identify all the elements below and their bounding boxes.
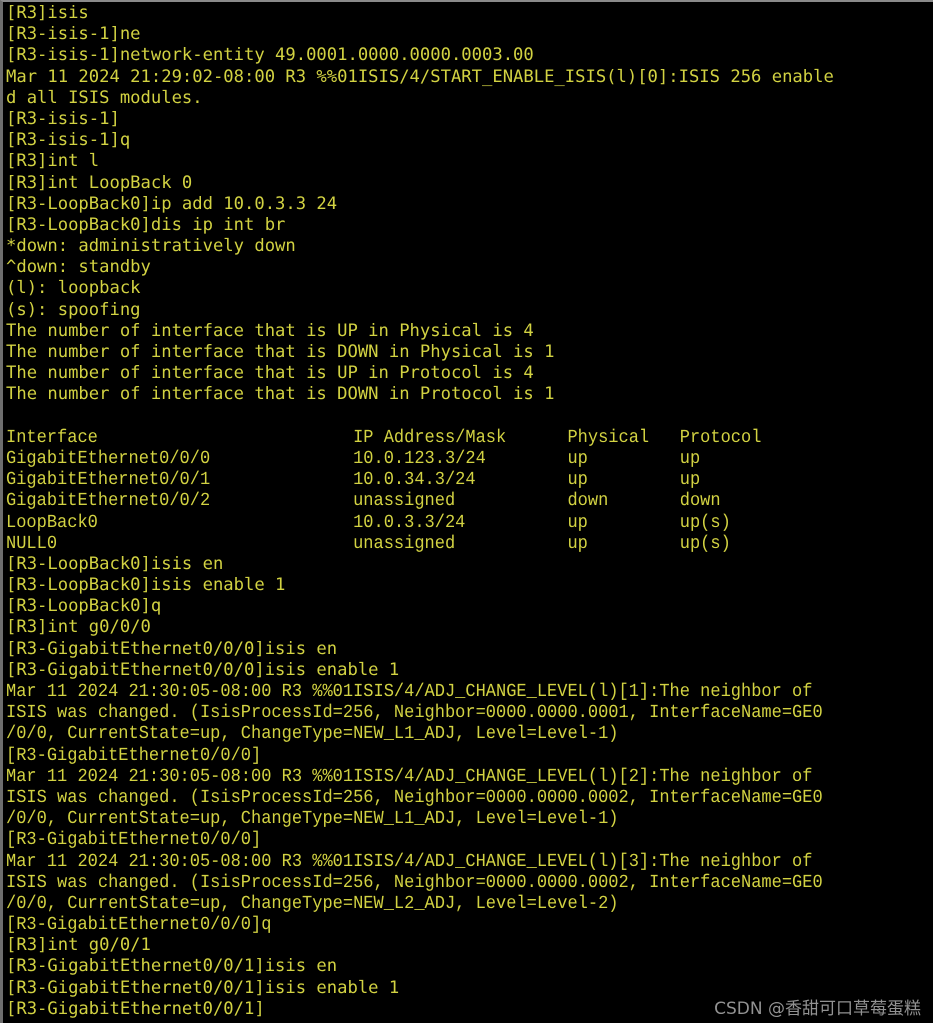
terminal-line: *down: administratively down bbox=[6, 236, 296, 257]
terminal-line: [R3-GigabitEthernet0/0/0]isis en bbox=[6, 638, 338, 659]
terminal-line: ISIS was changed. (IsisProcessId=256, Ne… bbox=[6, 702, 823, 724]
terminal-line: Mar 11 2024 21:30:05-08:00 R3 %%01ISIS/4… bbox=[6, 681, 813, 702]
terminal-line: [R3]isis bbox=[6, 3, 89, 23]
terminal-line: ISIS was changed. (IsisProcessId=256, Ne… bbox=[6, 786, 823, 808]
terminal-line: d all ISIS modules. bbox=[6, 87, 203, 108]
terminal-line: [R3-GigabitEthernet0/0/0]q bbox=[6, 914, 272, 936]
terminal-window[interactable]: [R3]isis [R3-isis-1]ne [R3-isis-1]network-… bbox=[0, 0, 933, 1023]
terminal-line: (s): spoofing bbox=[6, 299, 141, 320]
terminal-line: /0/0, CurrentState=up, ChangeType=NEW_L2… bbox=[6, 892, 619, 914]
terminal-line: ^down: standby bbox=[6, 257, 151, 278]
terminal-line: [R3-LoopBack0]isis enable 1 bbox=[6, 575, 286, 596]
terminal-line: LoopBack0 10.0.3.3/24 up up(s) bbox=[6, 511, 731, 533]
terminal-line: [R3]int l bbox=[6, 151, 100, 172]
terminal-line: Interface IP Address/Mask Physical Proto… bbox=[6, 426, 762, 448]
terminal-line: Mar 11 2024 21:29:02-08:00 R3 %%01ISIS/4… bbox=[6, 66, 834, 87]
terminal-line: [R3-isis-1]q bbox=[6, 130, 131, 151]
terminal-line: [R3-GigabitEthernet0/0/1]isis en bbox=[6, 956, 338, 977]
terminal-line: [R3]int g0/0/0 bbox=[6, 617, 151, 638]
terminal-line: [R3-GigabitEthernet0/0/0] bbox=[6, 829, 262, 851]
terminal-line: /0/0, CurrentState=up, ChangeType=NEW_L1… bbox=[6, 808, 619, 830]
terminal-line: [R3-GigabitEthernet0/0/0]isis enable 1 bbox=[6, 659, 400, 680]
terminal-output: [R3]isis [R3-isis-1]ne [R3-isis-1]network-… bbox=[6, 3, 933, 1020]
terminal-line: [R3]int LoopBack 0 bbox=[6, 172, 193, 193]
terminal-line: GigabitEthernet0/0/1 10.0.34.3/24 up up bbox=[6, 469, 701, 491]
terminal-line: [R3-GigabitEthernet0/0/0] bbox=[6, 744, 262, 766]
terminal-line: [R3-LoopBack0]q bbox=[6, 596, 162, 617]
terminal-line: [R3-isis-1]network-entity 49.0001.0000.0… bbox=[6, 45, 534, 66]
terminal-line: [R3-isis-1]ne bbox=[6, 24, 141, 45]
terminal-line: The number of interface that is UP in Ph… bbox=[6, 320, 534, 341]
terminal-line: [R3-LoopBack0]dis ip int br bbox=[6, 214, 286, 235]
terminal-line: NULL0 unassigned up up(s) bbox=[6, 532, 731, 554]
terminal-line: GigabitEthernet0/0/2 unassigned down dow… bbox=[6, 490, 721, 512]
terminal-line: [R3]int g0/0/1 bbox=[6, 935, 151, 956]
terminal-line: Mar 11 2024 21:30:05-08:00 R3 %%01ISIS/4… bbox=[6, 850, 813, 872]
terminal-line: The number of interface that is DOWN in … bbox=[6, 342, 555, 362]
terminal-line: (l): loopback bbox=[6, 278, 141, 299]
terminal-line: Mar 11 2024 21:30:05-08:00 R3 %%01ISIS/4… bbox=[6, 765, 813, 787]
terminal-line: The number of interface that is UP in Pr… bbox=[6, 363, 534, 384]
terminal-line: The number of interface that is DOWN in … bbox=[6, 384, 555, 405]
terminal-line: ISIS was changed. (IsisProcessId=256, Ne… bbox=[6, 871, 823, 893]
terminal-line: [R3-LoopBack0]isis en bbox=[6, 553, 224, 574]
csdn-watermark: CSDN @香甜可口草莓蛋糕 bbox=[714, 999, 921, 1019]
terminal-line: GigabitEthernet0/0/0 10.0.123.3/24 up up bbox=[6, 447, 701, 469]
terminal-line: [R3-LoopBack0]ip add 10.0.3.3 24 bbox=[6, 193, 338, 214]
terminal-line: [R3-isis-1] bbox=[6, 108, 120, 129]
terminal-line: /0/0, CurrentState=up, ChangeType=NEW_L1… bbox=[6, 723, 619, 745]
